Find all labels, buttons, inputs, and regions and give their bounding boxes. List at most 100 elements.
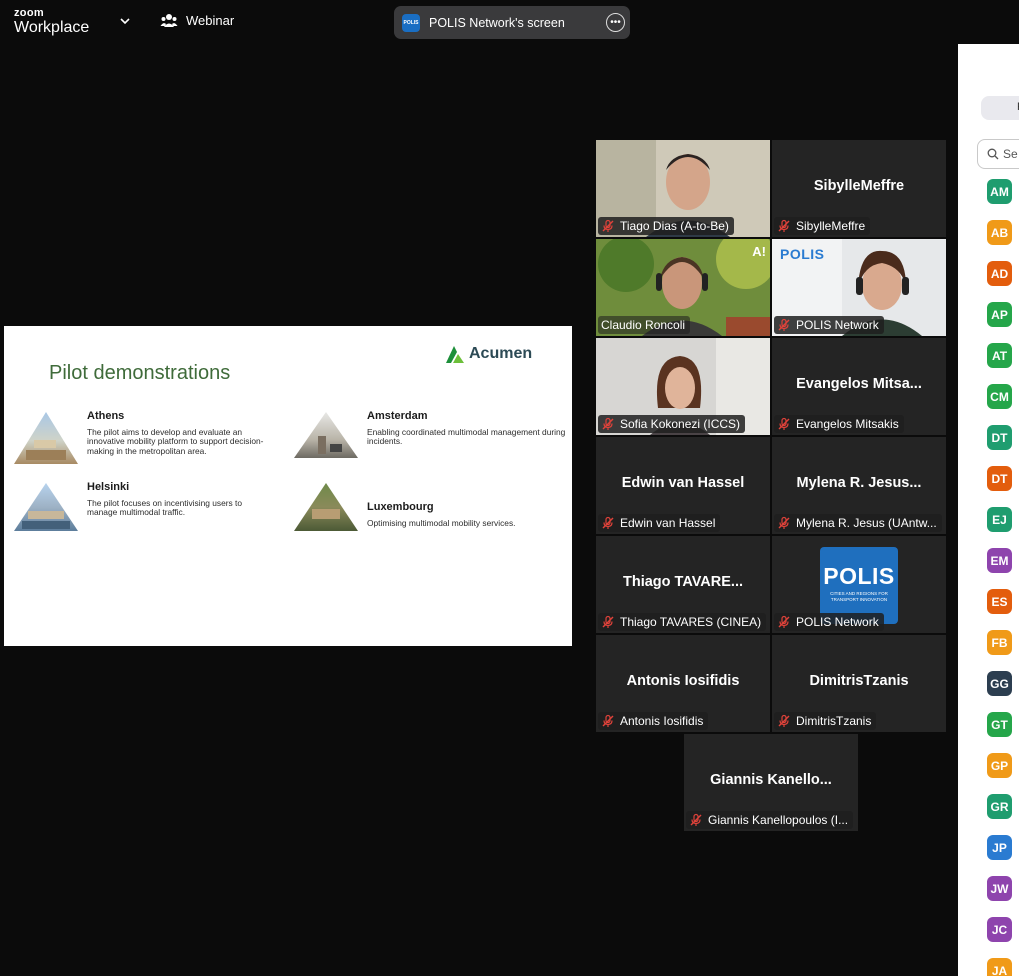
webinar-label: Webinar <box>186 12 235 28</box>
panel-tab[interactable]: P <box>981 96 1019 120</box>
participant-name: Sofia Kokonezi (ICCS) <box>620 417 741 431</box>
participant-avatar[interactable]: DT <box>987 425 1012 450</box>
participant-tile[interactable]: Edwin van Hassel Edwin van Hassel <box>596 437 770 534</box>
participant-name-bar: Giannis Kanellopoulos (I... <box>686 811 854 829</box>
speaker-badge: A! <box>752 244 766 259</box>
city-description: The pilot focuses on incentivising users… <box>87 498 243 518</box>
search-icon <box>987 148 999 160</box>
participant-name: POLIS Network <box>796 615 879 629</box>
participant-name-bar: POLIS Network <box>774 613 884 631</box>
webinar-indicator[interactable]: Webinar <box>160 12 234 28</box>
zoom-workplace-logo[interactable]: zoom Workplace <box>14 8 89 36</box>
attendees-icon <box>160 14 178 27</box>
participant-avatar[interactable]: GG <box>987 671 1012 696</box>
slide-title: Pilot demonstrations <box>49 362 231 384</box>
participant-name: Mylena R. Jesus (UAntw... <box>796 516 937 530</box>
participant-name-bar: Thiago TAVARES (CINEA) <box>598 613 767 631</box>
participant-name-bar: Tiago Dias (A-to-Be) <box>598 217 734 235</box>
participant-avatar[interactable]: GT <box>987 712 1012 737</box>
participant-name: Tiago Dias (A-to-Be) <box>620 219 729 233</box>
participant-avatar[interactable]: AT <box>987 343 1012 368</box>
participant-name-bar: SibylleMeffre <box>774 217 871 235</box>
participant-name-bar: Sofia Kokonezi (ICCS) <box>598 415 746 433</box>
participant-avatar[interactable]: AM <box>987 179 1012 204</box>
participant-avatar[interactable]: EJ <box>987 507 1012 532</box>
participant-name: Thiago TAVARES (CINEA) <box>620 615 762 629</box>
mic-muted-icon <box>778 714 790 727</box>
search-placeholder: Se <box>1003 147 1018 161</box>
participant-tile[interactable]: Giannis Kanello... Giannis Kanellopoulos… <box>684 734 858 831</box>
participant-display-name: Antonis Iosifidis <box>626 673 740 689</box>
participant-tile[interactable]: Antonis Iosifidis Antonis Iosifidis <box>596 635 770 732</box>
brand-small: zoom <box>14 7 44 19</box>
city-name: Athens <box>87 410 125 422</box>
participant-display-name: DimitrisTzanis <box>809 673 909 689</box>
participant-tile[interactable]: Sofia Kokonezi (ICCS) <box>596 338 770 435</box>
top-bar: zoom Workplace Webinar POLIS POLIS Netwo… <box>0 0 1019 44</box>
city-name: Helsinki <box>87 481 130 493</box>
participant-avatar[interactable]: GR <box>987 794 1012 819</box>
participant-tile[interactable]: Thiago TAVARE... Thiago TAVARES (CINEA) <box>596 536 770 633</box>
participant-tile[interactable]: Tiago Dias (A-to-Be) <box>596 140 770 237</box>
participant-tile[interactable]: Mylena R. Jesus... Mylena R. Jesus (UAnt… <box>772 437 946 534</box>
participant-avatar[interactable]: JP <box>987 835 1012 860</box>
participant-name-bar: Edwin van Hassel <box>598 514 721 532</box>
mic-muted-icon <box>602 417 614 430</box>
participant-display-name: Evangelos Mitsa... <box>796 376 922 392</box>
participant-display-name: SibylleMeffre <box>813 178 905 194</box>
participant-tile-active-speaker[interactable]: A! Claudio Roncoli <box>596 239 770 336</box>
participant-name: Evangelos Mitsakis <box>796 417 899 431</box>
participant-name: Edwin van Hassel <box>620 516 716 530</box>
participants-panel: P Se AM AB AD AP AT CM DT DT EJ EM ES FB GG GT GP GR JP J… <box>958 44 1019 976</box>
participant-display-name: Edwin van Hassel <box>621 475 745 491</box>
more-options-icon[interactable]: ••• <box>606 13 625 32</box>
zoom-window: zoom Workplace Webinar POLIS POLIS Netwo… <box>0 0 1019 976</box>
participant-avatar[interactable]: GP <box>987 753 1012 778</box>
mic-muted-icon <box>602 714 614 727</box>
athens-photo <box>14 412 78 464</box>
participant-search-input[interactable]: Se <box>977 139 1019 169</box>
participant-name: Claudio Roncoli <box>601 318 686 332</box>
participant-tile[interactable]: POLIS POLIS Network <box>772 239 946 336</box>
mic-muted-icon <box>602 219 614 232</box>
city-name: Amsterdam <box>367 410 428 422</box>
participant-name: Giannis Kanellopoulos (I... <box>708 813 849 827</box>
participant-tile[interactable]: DimitrisTzanis DimitrisTzanis <box>772 635 946 732</box>
city-description: Enabling coordinated multimodal manageme… <box>367 427 566 447</box>
participant-avatar[interactable]: JW <box>987 876 1012 901</box>
mic-muted-icon <box>778 417 790 430</box>
city-description: Optimising multimodal mobility services. <box>367 518 516 528</box>
mic-muted-icon <box>778 318 790 331</box>
participant-avatar[interactable]: FB <box>987 630 1012 655</box>
participant-avatar[interactable]: ES <box>987 589 1012 614</box>
mic-muted-icon <box>690 813 702 826</box>
participant-name-bar: Mylena R. Jesus (UAntw... <box>774 514 942 532</box>
participant-name-bar: POLIS Network <box>774 316 884 334</box>
screen-share-indicator[interactable]: POLIS POLIS Network's screen ••• <box>394 6 630 39</box>
acumen-logo-text: Acumen <box>469 345 533 362</box>
mic-muted-icon <box>778 615 790 628</box>
participant-tile[interactable]: Evangelos Mitsa... Evangelos Mitsakis <box>772 338 946 435</box>
polis-logo-text: POLIS <box>823 563 895 589</box>
mic-muted-icon <box>778 219 790 232</box>
participant-avatar[interactable]: JC <box>987 917 1012 942</box>
participant-avatar[interactable]: AB <box>987 220 1012 245</box>
polis-logo-icon: POLIS <box>402 13 420 32</box>
chevron-down-icon[interactable] <box>118 14 132 28</box>
participant-avatar[interactable]: EM <box>987 548 1012 573</box>
mic-muted-icon <box>778 516 790 529</box>
participant-display-name: Thiago TAVARE... <box>622 574 744 590</box>
participant-tile[interactable]: POLIS CITIES AND REGIONS FOR TRANSPORT I… <box>772 536 946 633</box>
screen-share-label: POLIS Network's screen <box>429 15 565 30</box>
participant-name: SibylleMeffre <box>796 219 866 233</box>
participant-name-bar: Claudio Roncoli <box>598 316 691 334</box>
participant-avatar[interactable]: JA <box>987 958 1012 976</box>
participant-name: POLIS Network <box>796 318 879 332</box>
participant-display-name: Mylena R. Jesus... <box>796 475 922 491</box>
participant-avatar[interactable]: DT <box>987 466 1012 491</box>
participant-tile[interactable]: SibylleMeffre SibylleMeffre <box>772 140 946 237</box>
participant-name-bar: DimitrisTzanis <box>774 712 877 730</box>
participant-avatar[interactable]: AD <box>987 261 1012 286</box>
participant-avatar[interactable]: CM <box>987 384 1012 409</box>
participant-avatar[interactable]: AP <box>987 302 1012 327</box>
